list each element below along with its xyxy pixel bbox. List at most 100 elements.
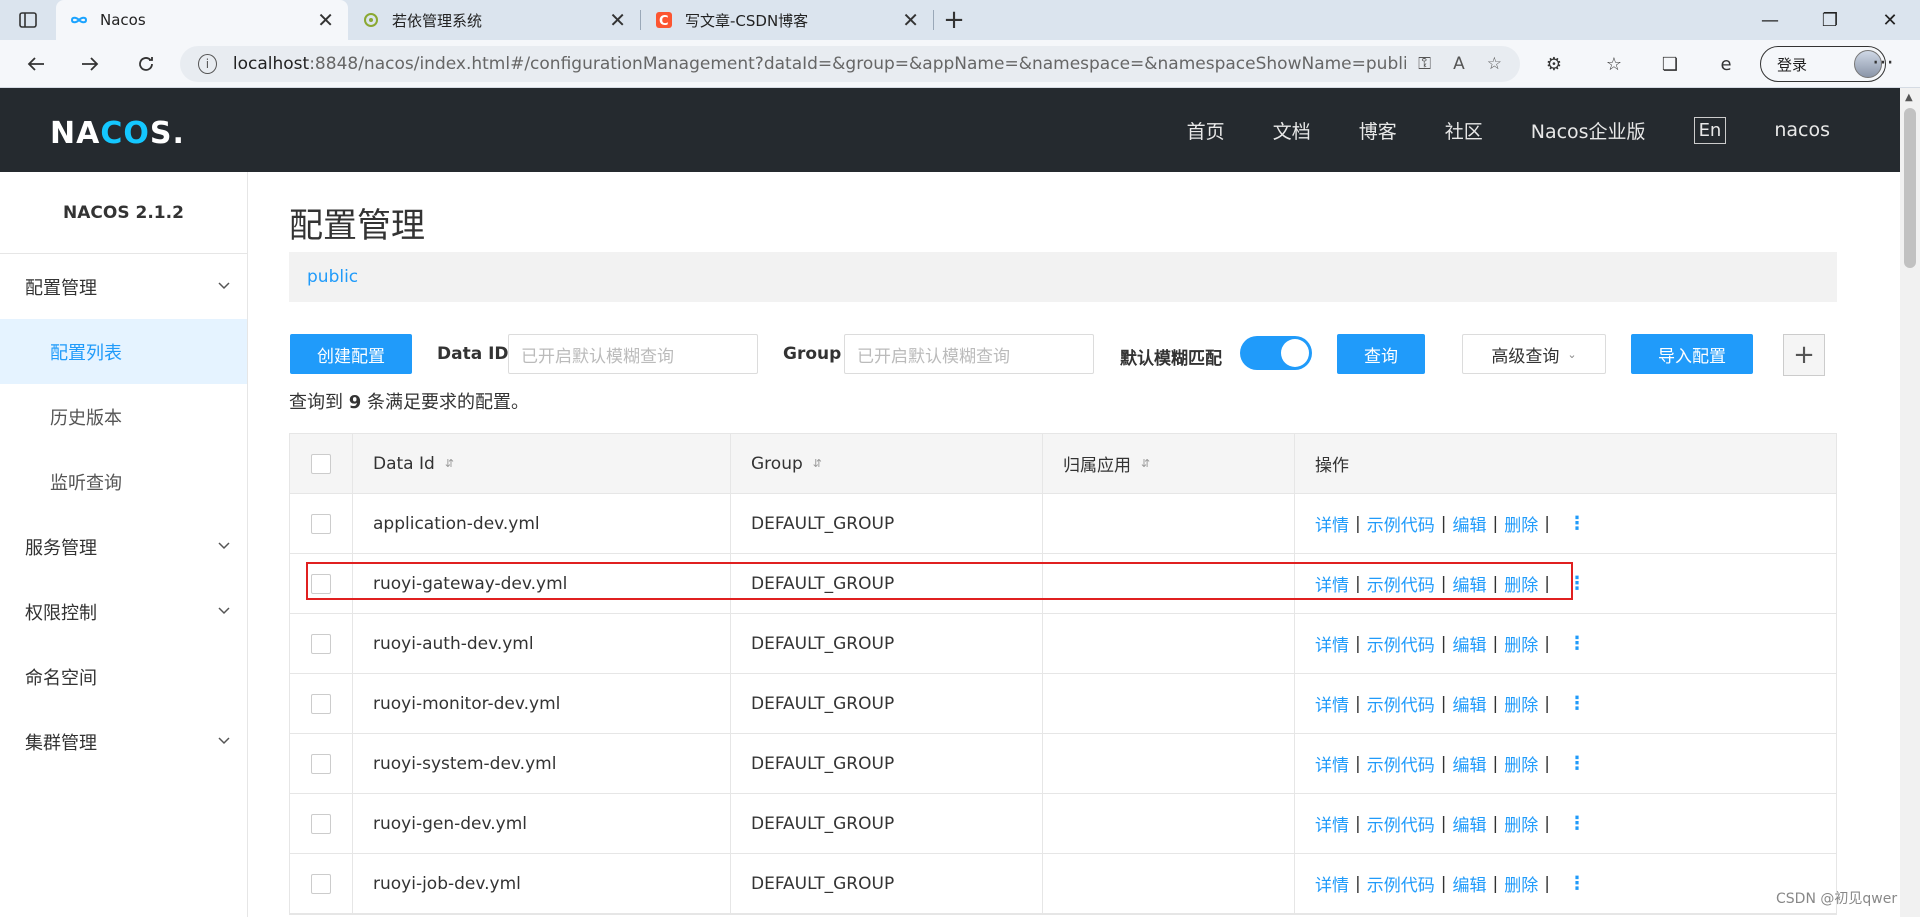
ie-mode-icon[interactable]: e [1712,50,1740,78]
forward-icon[interactable] [76,50,104,78]
favorite-add-icon[interactable]: ☆ [1487,54,1502,74]
favorites-icon[interactable]: ☆ [1600,50,1628,78]
column-header-app: 归属应用 [1063,456,1131,476]
restore-icon[interactable]: ❐ [1800,0,1860,40]
op-sample-code-link[interactable]: 示例代码 [1367,691,1435,716]
nav-docs[interactable]: 文档 [1273,117,1311,144]
minimize-icon[interactable]: — [1740,0,1800,40]
more-actions-icon[interactable]: ⋮ [1568,873,1586,894]
refresh-icon[interactable] [132,50,160,78]
op-edit-link[interactable]: 编辑 [1452,511,1486,536]
more-actions-icon[interactable]: ⋮ [1568,573,1586,594]
sidebar-item-config-management[interactable]: 配置管理 [0,254,247,319]
user-menu[interactable]: nacos [1774,119,1830,141]
op-detail-link[interactable]: 详情 [1315,511,1349,536]
advanced-query-button[interactable]: 高级查询 ⌄ [1462,334,1606,374]
op-delete-link[interactable]: 删除 [1504,511,1538,536]
page-scrollbar[interactable]: ▲ [1900,88,1920,917]
row-checkbox[interactable] [311,753,331,774]
nav-home[interactable]: 首页 [1187,117,1225,144]
op-detail-link[interactable]: 详情 [1315,691,1349,716]
op-edit-link[interactable]: 编辑 [1452,811,1486,836]
op-edit-link[interactable]: 编辑 [1452,691,1486,716]
group-input[interactable]: 已开启默认模糊查询 [844,334,1094,374]
key-icon[interactable]: ⚿ [1418,54,1431,74]
back-icon[interactable] [22,50,50,78]
more-actions-icon[interactable]: ⋮ [1568,693,1586,714]
sort-icon[interactable]: ⇵ [445,457,454,470]
sort-icon[interactable]: ⇵ [813,457,822,470]
close-tab-icon[interactable]: ✕ [609,8,626,32]
sidebar-item-history[interactable]: 历史版本 [0,384,247,449]
op-edit-link[interactable]: 编辑 [1452,871,1486,896]
close-tab-icon[interactable]: ✕ [317,8,334,32]
op-delete-link[interactable]: 删除 [1504,631,1538,656]
namespace-link-public[interactable]: public [307,267,358,287]
op-delete-link[interactable]: 删除 [1504,751,1538,776]
sidebar-item-listener-query[interactable]: 监听查询 [0,449,247,514]
scroll-up-icon[interactable]: ▲ [1905,92,1913,103]
more-actions-icon[interactable]: ⋮ [1568,753,1586,774]
tab-actions-icon[interactable] [0,0,56,40]
op-sample-code-link[interactable]: 示例代码 [1367,811,1435,836]
row-checkbox[interactable] [311,813,331,834]
nav-enterprise[interactable]: Nacos企业版 [1531,117,1646,144]
scroll-thumb[interactable] [1904,108,1916,268]
sidebar-item-cluster-management[interactable]: 集群管理 [0,709,247,774]
query-button[interactable]: 查询 [1337,334,1425,374]
row-checkbox[interactable] [311,873,331,894]
fuzzy-match-switch[interactable] [1240,336,1312,370]
op-delete-link[interactable]: 删除 [1504,811,1538,836]
op-edit-link[interactable]: 编辑 [1452,631,1486,656]
sort-icon[interactable]: ⇵ [1141,457,1150,470]
language-toggle[interactable]: En [1693,116,1727,144]
create-config-button[interactable]: 创建配置 [290,334,412,374]
sidebar-item-namespace[interactable]: 命名空间 [0,644,247,709]
op-delete-link[interactable]: 删除 [1504,871,1538,896]
browser-tab-nacos[interactable]: Nacos ✕ [56,0,348,40]
op-sample-code-link[interactable]: 示例代码 [1367,751,1435,776]
op-delete-link[interactable]: 删除 [1504,571,1538,596]
op-detail-link[interactable]: 详情 [1315,571,1349,596]
sidebar-item-access-control[interactable]: 权限控制 [0,579,247,644]
extensions-icon[interactable]: ⚙ [1540,50,1568,78]
more-actions-icon[interactable]: ⋮ [1568,813,1586,834]
op-sample-code-link[interactable]: 示例代码 [1367,631,1435,656]
import-config-button[interactable]: 导入配置 [1631,334,1753,374]
browser-tab-csdn[interactable]: C 写文章-CSDN博客 ✕ [641,0,933,40]
plus-icon[interactable]: + [1783,334,1825,376]
op-detail-link[interactable]: 详情 [1315,631,1349,656]
row-checkbox[interactable] [311,633,331,654]
close-tab-icon[interactable]: ✕ [902,8,919,32]
sidebar-item-config-list[interactable]: 配置列表 [0,319,247,384]
op-edit-link[interactable]: 编辑 [1452,751,1486,776]
op-sample-code-link[interactable]: 示例代码 [1367,571,1435,596]
op-detail-link[interactable]: 详情 [1315,871,1349,896]
op-detail-link[interactable]: 详情 [1315,811,1349,836]
more-menu-icon[interactable]: ⋯ [1872,50,1895,75]
op-delete-link[interactable]: 删除 [1504,691,1538,716]
read-aloud-icon[interactable]: A [1453,54,1465,74]
more-actions-icon[interactable]: ⋮ [1568,633,1586,654]
url-bar[interactable]: i localhost :8848/nacos/index.html#/conf… [180,46,1520,82]
op-sample-code-link[interactable]: 示例代码 [1367,511,1435,536]
more-actions-icon[interactable]: ⋮ [1568,513,1586,534]
data-id-input[interactable]: 已开启默认模糊查询 [508,334,758,374]
nav-community[interactable]: 社区 [1445,117,1483,144]
nacos-logo[interactable]: NACOS. [50,116,185,151]
op-sample-code-link[interactable]: 示例代码 [1367,871,1435,896]
site-info-icon[interactable]: i [198,54,217,74]
browser-tab-ruoyi[interactable]: 若依管理系统 ✕ [348,0,640,40]
collections-icon[interactable]: ❏ [1656,50,1684,78]
select-all-checkbox[interactable] [311,453,331,474]
profile-login-button[interactable]: 登录 [1760,46,1886,82]
op-detail-link[interactable]: 详情 [1315,751,1349,776]
row-checkbox[interactable] [311,513,331,534]
row-checkbox[interactable] [311,573,331,594]
close-window-icon[interactable]: ✕ [1860,0,1920,40]
nav-blog[interactable]: 博客 [1359,117,1397,144]
row-checkbox[interactable] [311,693,331,714]
sidebar-item-service-management[interactable]: 服务管理 [0,514,247,579]
op-edit-link[interactable]: 编辑 [1452,571,1486,596]
new-tab-icon[interactable]: + [934,0,974,40]
